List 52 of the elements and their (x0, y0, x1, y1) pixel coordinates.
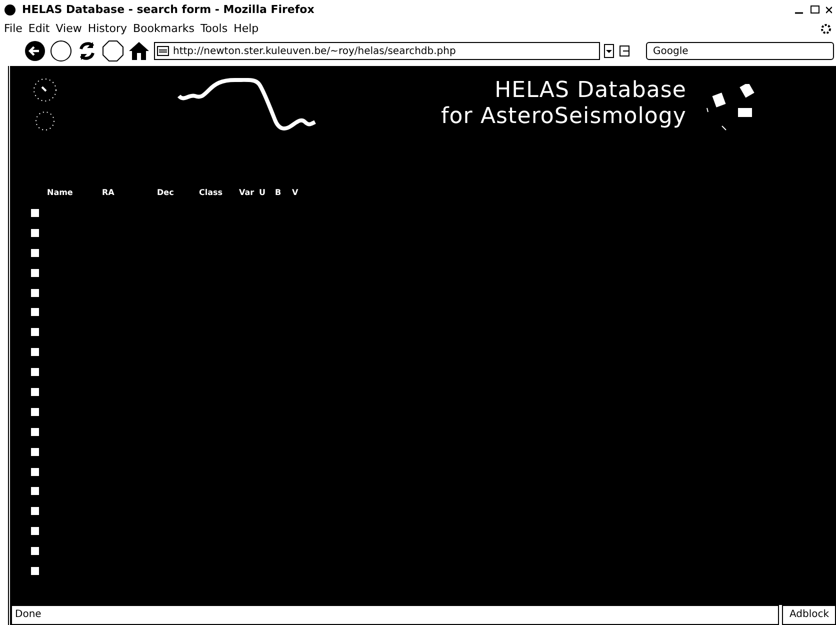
row-checkbox[interactable] (31, 368, 39, 376)
forward-icon[interactable] (50, 40, 72, 62)
row-checkbox[interactable] (31, 547, 39, 556)
row-checkbox[interactable] (31, 308, 39, 316)
column-header: Var (239, 187, 256, 199)
row-checkbox[interactable] (31, 566, 39, 575)
row-checkbox[interactable] (31, 348, 39, 356)
row-checkbox[interactable] (31, 487, 39, 496)
site-title: HELAS Database (494, 78, 686, 104)
row-checkbox[interactable] (31, 428, 39, 436)
column-header: Dec (157, 187, 175, 199)
row-checkbox[interactable] (31, 468, 39, 476)
window-title: HELAS Database - search form - Mozilla Firefox (22, 2, 314, 18)
column-header: B (275, 187, 282, 199)
stop-icon[interactable] (102, 40, 124, 62)
row-checkbox[interactable] (31, 527, 39, 536)
throbber-icon (820, 23, 832, 35)
column-header: Class (199, 187, 224, 199)
row-checkbox[interactable] (31, 448, 39, 456)
dropdown-icon[interactable] (604, 44, 614, 58)
menu-item[interactable]: View (56, 20, 82, 38)
row-checkbox[interactable] (31, 248, 39, 257)
go-icon[interactable] (618, 44, 632, 58)
back-icon[interactable] (24, 40, 46, 62)
row-checkbox[interactable] (31, 208, 39, 217)
menu-item[interactable]: Edit (28, 20, 50, 38)
row-checkbox[interactable] (31, 268, 39, 277)
column-header: V (292, 187, 300, 199)
home-icon[interactable] (128, 40, 150, 62)
row-checkbox[interactable] (31, 228, 39, 237)
close-icon[interactable] (826, 5, 832, 15)
row-checkbox[interactable] (31, 288, 39, 296)
column-header: RA (102, 187, 116, 199)
menu-item[interactable]: File (4, 20, 22, 38)
site-title: for AsteroSeismology (441, 104, 686, 130)
menu-item[interactable]: Tools (200, 20, 228, 38)
row-checkbox[interactable] (31, 408, 39, 416)
row-checkbox[interactable] (31, 388, 39, 396)
column-header: Name (47, 187, 74, 199)
row-checkbox[interactable] (31, 507, 39, 516)
row-checkbox[interactable] (31, 328, 39, 336)
page-icon (157, 46, 169, 56)
status-text: Done (11, 605, 780, 625)
menu-item[interactable]: Bookmarks (132, 20, 194, 38)
address-field[interactable]: http://newton.ster.kuleuven.be/~roy/helas/searchdb.php (154, 42, 600, 60)
maximize-icon[interactable] (810, 5, 820, 15)
adblock-status[interactable]: Adblock (782, 605, 836, 625)
search-field[interactable]: Google (646, 42, 834, 60)
menu-item[interactable]: Help (234, 20, 259, 38)
browser-logo-icon (4, 4, 16, 16)
menu-item[interactable]: History (88, 20, 127, 38)
column-header: U (259, 187, 266, 199)
